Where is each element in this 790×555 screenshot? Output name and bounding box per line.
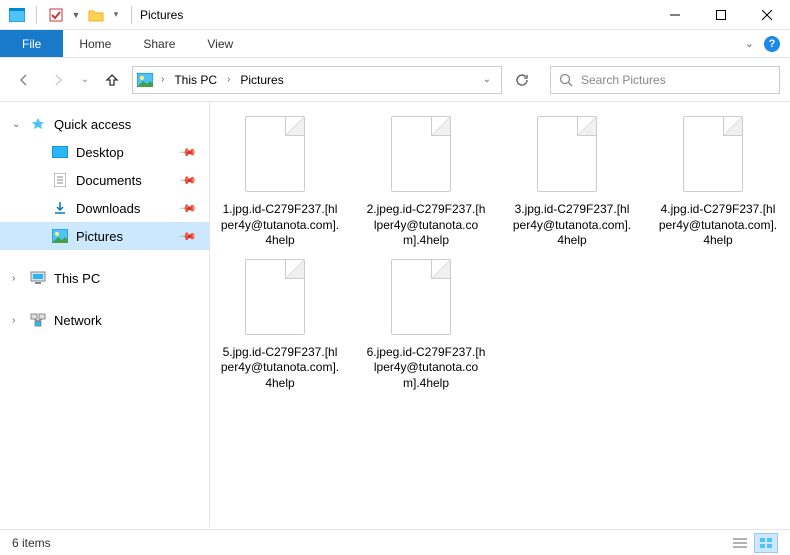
file-icon <box>245 116 315 196</box>
sidebar-item-label: Downloads <box>76 201 140 216</box>
sidebar-network[interactable]: › Network <box>0 306 209 334</box>
search-icon <box>559 73 573 87</box>
sidebar-pictures[interactable]: Pictures 📌 <box>0 222 209 250</box>
statusbar: 6 items <box>0 529 790 555</box>
ribbon: File Home Share View ⌄ ? <box>0 30 790 58</box>
sidebar-desktop[interactable]: Desktop 📌 <box>0 138 209 166</box>
sidebar-downloads[interactable]: Downloads 📌 <box>0 194 209 222</box>
pin-icon: 📌 <box>179 143 198 162</box>
file-name: 6.jpeg.id-C279F237.[hlper4y@tutanota.com… <box>366 345 486 392</box>
file-icon <box>391 259 461 339</box>
qat-dropdown-icon[interactable]: ▾ <box>109 4 123 26</box>
close-button[interactable] <box>744 0 790 30</box>
sidebar-documents[interactable]: Documents 📌 <box>0 166 209 194</box>
breadcrumb-dropdown-icon[interactable]: ⌄ <box>483 74 497 85</box>
refresh-button[interactable] <box>508 66 536 94</box>
file-icon <box>683 116 753 196</box>
addressbar: ⌄ › This PC › Pictures ⌄ Search Pictures <box>0 58 790 102</box>
file-icon <box>537 116 607 196</box>
chevron-right-icon[interactable]: › <box>223 74 234 85</box>
file-item[interactable]: 4.jpg.id-C279F237.[hlper4y@tutanota.com]… <box>658 116 778 249</box>
chevron-right-icon[interactable]: › <box>12 315 15 326</box>
file-name: 4.jpg.id-C279F237.[hlper4y@tutanota.com]… <box>658 202 778 249</box>
search-placeholder: Search Pictures <box>581 73 666 87</box>
file-name: 1.jpg.id-C279F237.[hlper4y@tutanota.com]… <box>220 202 340 249</box>
search-input[interactable]: Search Pictures <box>550 66 780 94</box>
titlebar: ▼ ▾ Pictures <box>0 0 790 30</box>
folder-icon[interactable] <box>85 4 107 26</box>
recent-dropdown-icon[interactable]: ⌄ <box>78 66 92 94</box>
help-icon[interactable]: ? <box>764 36 780 52</box>
breadcrumb[interactable]: › This PC › Pictures ⌄ <box>132 66 502 94</box>
tab-share[interactable]: Share <box>127 30 191 57</box>
file-name: 5.jpg.id-C279F237.[hlper4y@tutanota.com]… <box>220 345 340 392</box>
minimize-button[interactable] <box>652 0 698 30</box>
item-count: 6 items <box>12 536 51 550</box>
chevron-right-icon[interactable]: › <box>12 273 15 284</box>
maximize-button[interactable] <box>698 0 744 30</box>
forward-button[interactable] <box>44 66 72 94</box>
navigation-pane[interactable]: ⌄ Quick access Desktop 📌 Documents 📌 Dow… <box>0 102 210 527</box>
sidebar-this-pc[interactable]: › This PC <box>0 264 209 292</box>
documents-icon <box>52 172 68 188</box>
pc-icon <box>30 270 46 286</box>
sidebar-item-label: Pictures <box>76 229 123 244</box>
tab-home[interactable]: Home <box>63 30 127 57</box>
downloads-icon <box>52 200 68 216</box>
chevron-right-icon[interactable]: › <box>157 74 168 85</box>
separator <box>36 6 37 24</box>
pin-icon: 📌 <box>179 171 198 190</box>
ribbon-expand-icon[interactable]: ⌄ <box>745 37 754 50</box>
star-icon <box>30 116 46 132</box>
tab-view[interactable]: View <box>191 30 249 57</box>
file-item[interactable]: 2.jpeg.id-C279F237.[hlper4y@tutanota.com… <box>366 116 486 249</box>
dropdown-icon[interactable]: ▼ <box>69 4 83 26</box>
network-icon <box>30 312 46 328</box>
file-tab[interactable]: File <box>0 30 63 57</box>
desktop-icon <box>52 144 68 160</box>
up-button[interactable] <box>98 66 126 94</box>
file-item[interactable]: 3.jpg.id-C279F237.[hlper4y@tutanota.com]… <box>512 116 632 249</box>
icons-view-button[interactable] <box>754 533 778 553</box>
chevron-down-icon[interactable]: ⌄ <box>12 119 20 130</box>
sidebar-item-label: This PC <box>54 271 100 286</box>
file-item[interactable]: 6.jpeg.id-C279F237.[hlper4y@tutanota.com… <box>366 259 486 392</box>
quick-access-toolbar: ▼ ▾ Pictures <box>0 4 183 26</box>
sidebar-item-label: Quick access <box>54 117 131 132</box>
pin-icon: 📌 <box>179 199 198 218</box>
file-item[interactable]: 1.jpg.id-C279F237.[hlper4y@tutanota.com]… <box>220 116 340 249</box>
main: ⌄ Quick access Desktop 📌 Documents 📌 Dow… <box>0 102 790 527</box>
file-icon <box>391 116 461 196</box>
pictures-icon <box>52 228 68 244</box>
sidebar-item-label: Desktop <box>76 145 124 160</box>
window-controls <box>652 0 790 30</box>
window-title: Pictures <box>140 8 183 22</box>
file-list[interactable]: 1.jpg.id-C279F237.[hlper4y@tutanota.com]… <box>210 102 790 527</box>
breadcrumb-pictures[interactable]: Pictures <box>238 73 285 87</box>
app-icon <box>6 4 28 26</box>
file-icon <box>245 259 315 339</box>
pin-icon: 📌 <box>179 227 198 246</box>
pictures-icon <box>137 72 153 88</box>
file-name: 2.jpeg.id-C279F237.[hlper4y@tutanota.com… <box>366 202 486 249</box>
file-name: 3.jpg.id-C279F237.[hlper4y@tutanota.com]… <box>512 202 632 249</box>
breadcrumb-this-pc[interactable]: This PC <box>172 73 219 87</box>
file-item[interactable]: 5.jpg.id-C279F237.[hlper4y@tutanota.com]… <box>220 259 340 392</box>
properties-icon[interactable] <box>45 4 67 26</box>
sidebar-item-label: Network <box>54 313 102 328</box>
sidebar-item-label: Documents <box>76 173 142 188</box>
separator <box>131 6 132 24</box>
details-view-button[interactable] <box>728 533 752 553</box>
sidebar-quick-access[interactable]: ⌄ Quick access <box>0 110 209 138</box>
back-button[interactable] <box>10 66 38 94</box>
